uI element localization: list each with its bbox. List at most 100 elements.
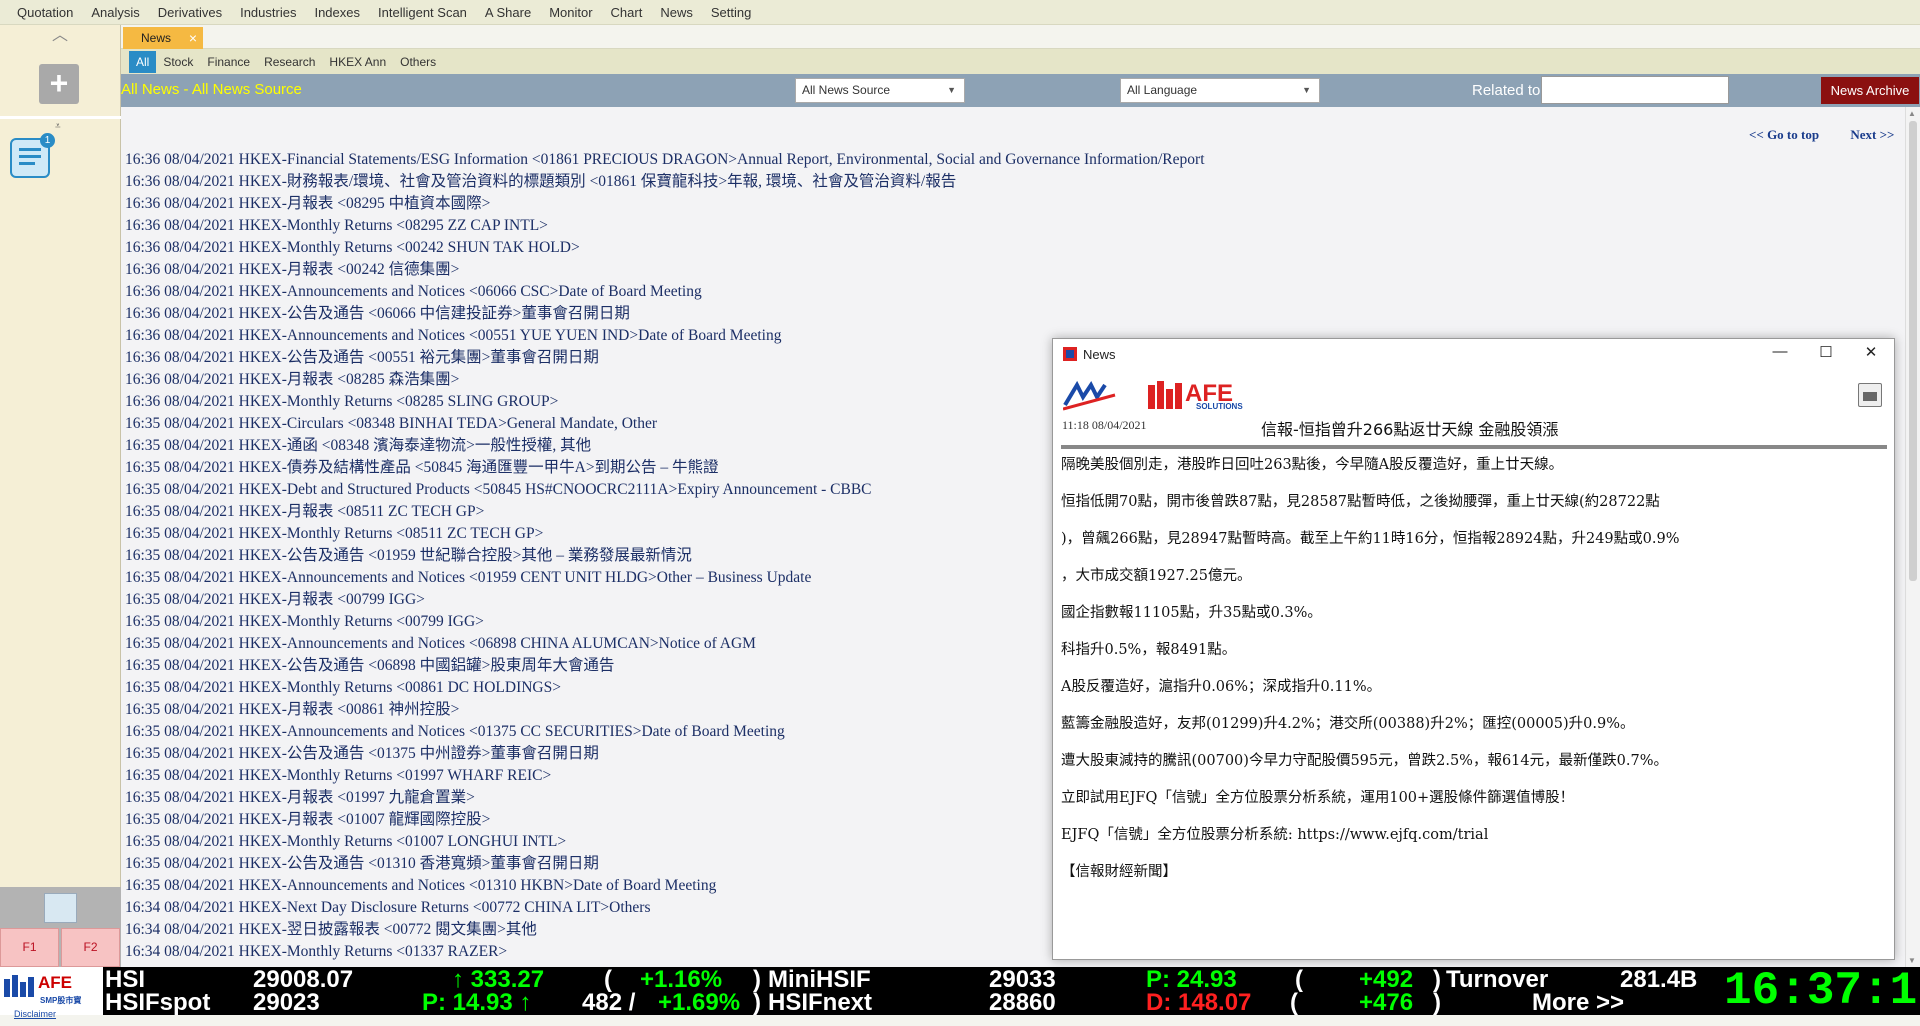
news-row[interactable]: 16:34 08/04/2021 HKEX-Next Day Disclosur… (125, 897, 1205, 919)
news-row[interactable]: 16:36 08/04/2021 HKEX-月報表 <00242 信德集團> (125, 259, 1205, 281)
f1-button[interactable]: F1 (0, 928, 59, 967)
news-row[interactable]: 16:35 08/04/2021 HKEX-Monthly Returns <0… (125, 523, 1205, 545)
tab-strip: News × (121, 25, 1920, 49)
news-row[interactable]: 16:35 08/04/2021 HKEX-月報表 <00861 神州控股> (125, 699, 1205, 721)
headline-divider (1061, 445, 1887, 449)
news-row[interactable]: 16:35 08/04/2021 HKEX-月報表 <08511 ZC TECH… (125, 501, 1205, 523)
pagination: << Go to top Next >> (1721, 127, 1894, 143)
article-paragraph: ，大市成交額1927.25億元。 (1061, 568, 1252, 584)
news-row[interactable]: 16:35 08/04/2021 HKEX-月報表 <01997 九龍倉置業> (125, 787, 1205, 809)
news-row[interactable]: 16:35 08/04/2021 HKEX-公告及通告 <01375 中州證券>… (125, 743, 1205, 765)
news-source-value: All News Source (802, 83, 891, 97)
news-row[interactable]: 16:35 08/04/2021 HKEX-公告及通告 <06898 中國鋁罐>… (125, 655, 1205, 677)
news-row[interactable]: 16:34 08/04/2021 HKEX-翌日披露報表 <00772 閱文集團… (125, 919, 1205, 941)
hsifspot-change: 482 / (582, 989, 636, 1016)
menu-bar: Quotation Analysis Derivatives Industries In… (0, 0, 1920, 25)
article-paragraph: 科指升0.5%，報8491點。 (1061, 642, 1237, 658)
add-button[interactable]: + (39, 64, 79, 104)
next-page-link[interactable]: Next >> (1850, 127, 1894, 142)
news-row[interactable]: 16:36 08/04/2021 HKEX-Monthly Returns <0… (125, 391, 1205, 413)
news-row[interactable]: 16:35 08/04/2021 HKEX-債券及結構性產品 <50845 海通… (125, 457, 1205, 479)
menu-item-a-share[interactable]: A Share (476, 0, 540, 25)
news-row[interactable]: 16:36 08/04/2021 HKEX-公告及通告 <00551 裕元集團>… (125, 347, 1205, 369)
vertical-scrollbar[interactable]: ▲ ▼ (1905, 107, 1920, 967)
news-row[interactable]: 16:36 08/04/2021 HKEX-月報表 <08295 中植資本國際> (125, 193, 1205, 215)
news-row[interactable]: 16:35 08/04/2021 HKEX-Announcements and … (125, 875, 1205, 897)
scroll-down-icon[interactable]: ▼ (1908, 956, 1916, 965)
hsifnext-discount: D: 148.07 (1146, 989, 1252, 1016)
news-row[interactable]: 16:36 08/04/2021 HKEX-月報表 <08285 森浩集團> (125, 369, 1205, 391)
news-row[interactable]: 16:35 08/04/2021 HKEX-月報表 <01007 龍輝國際控股> (125, 809, 1205, 831)
news-archive-button[interactable]: News Archive (1821, 77, 1919, 104)
news-row[interactable]: 16:35 08/04/2021 HKEX-Monthly Returns <0… (125, 765, 1205, 787)
hsifnext-close: ) (1433, 989, 1441, 1016)
related-to-input[interactable] (1541, 76, 1729, 104)
notification-badge: 1 (40, 133, 55, 148)
news-row[interactable]: 16:35 08/04/2021 HKEX-通函 <08348 濱海泰達物流>一… (125, 435, 1205, 457)
sidebar-bottom-panel: F1 F2 (0, 887, 121, 967)
menu-item-quotation[interactable]: Quotation (8, 0, 82, 25)
scroll-up-icon[interactable]: ▲ (1908, 109, 1916, 118)
tab-news-label: News (141, 31, 172, 45)
news-row[interactable]: 16:35 08/04/2021 HKEX-公告及通告 <01310 香港寬頻>… (125, 853, 1205, 875)
disclaimer-link[interactable]: Disclaimer (14, 1002, 56, 1026)
collapse-up-icon[interactable]: ︿ (50, 28, 70, 45)
tab-all[interactable]: All (129, 50, 157, 73)
tab-stock[interactable]: Stock (156, 51, 200, 73)
tab-news[interactable]: News × (123, 27, 203, 49)
menu-item-indexes[interactable]: Indexes (305, 0, 369, 25)
minimize-icon[interactable]: — (1765, 343, 1795, 363)
article-date: 11:18 08/04/2021 (1062, 418, 1147, 432)
news-row[interactable]: 16:35 08/04/2021 HKEX-Announcements and … (125, 721, 1205, 743)
menu-item-intelligent-scan[interactable]: Intelligent Scan (369, 0, 476, 25)
news-row[interactable]: 16:34 08/04/2021 HKEX-Monthly Returns <0… (125, 941, 1205, 963)
news-source-select[interactable]: All News Source ▼ (795, 78, 965, 103)
news-row[interactable]: 16:35 08/04/2021 HKEX-月報表 <00799 IGG> (125, 589, 1205, 611)
news-row[interactable]: 16:35 08/04/2021 HKEX-Circulars <08348 B… (125, 413, 1205, 435)
tab-hkex-ann[interactable]: HKEX Ann (322, 51, 393, 73)
menu-item-chart[interactable]: Chart (602, 0, 652, 25)
close-icon[interactable]: × (189, 27, 197, 49)
menu-item-derivatives[interactable]: Derivatives (149, 0, 231, 25)
close-icon[interactable]: ✕ (1856, 343, 1886, 363)
market-ticker: AFE SMP股市寶 Disclaimer HSI 29008.07 ↑ 333… (0, 967, 1920, 1019)
layout-icon[interactable] (44, 893, 77, 923)
news-row[interactable]: 16:36 08/04/2021 HKEX-財務報表/環境、社會及管治資料的標題… (125, 171, 1205, 193)
f2-button[interactable]: F2 (61, 928, 120, 967)
category-tabs: All Stock Finance Research HKEX Ann Others (121, 49, 1920, 74)
maximize-icon[interactable]: ☐ (1811, 343, 1841, 363)
news-popup-window: News — ☐ ✕ AFE SOLUTIONS 11:18 08/04/202… (1052, 338, 1895, 960)
hsifnext-label: HSIFnext (768, 989, 873, 1016)
app-icon (1063, 347, 1077, 361)
menu-item-monitor[interactable]: Monitor (540, 0, 601, 25)
news-row[interactable]: 16:35 08/04/2021 HKEX-Debt and Structure… (125, 479, 1205, 501)
news-row[interactable]: 16:36 08/04/2021 HKEX-Financial Statemen… (125, 149, 1205, 171)
news-row[interactable]: 16:36 08/04/2021 HKEX-公告及通告 <06066 中信建投証… (125, 303, 1205, 325)
go-to-top-link[interactable]: << Go to top (1749, 127, 1819, 142)
news-row[interactable]: 16:35 08/04/2021 HKEX-Monthly Returns <0… (125, 831, 1205, 853)
menu-item-setting[interactable]: Setting (702, 0, 760, 25)
news-row[interactable]: 16:36 08/04/2021 HKEX-Monthly Returns <0… (125, 215, 1205, 237)
menu-item-analysis[interactable]: Analysis (82, 0, 148, 25)
news-row[interactable]: 16:35 08/04/2021 HKEX-Monthly Returns <0… (125, 611, 1205, 633)
expand-down-icon[interactable]: ⩡ (55, 121, 61, 132)
news-row[interactable]: 16:35 08/04/2021 HKEX-公告及通告 <01959 世紀聯合控… (125, 545, 1205, 567)
news-row[interactable]: 16:35 08/04/2021 HKEX-Announcements and … (125, 567, 1205, 589)
chevron-down-icon: ▼ (947, 85, 956, 95)
news-row[interactable]: 16:36 08/04/2021 HKEX-Announcements and … (125, 325, 1205, 347)
news-rows: 16:36 08/04/2021 HKEX-Financial Statemen… (125, 149, 1205, 963)
tab-research[interactable]: Research (257, 51, 322, 73)
menu-item-industries[interactable]: Industries (231, 0, 305, 25)
scrollbar-thumb[interactable] (1909, 121, 1917, 581)
article-body: 隔晚美股個別走，港股昨日回吐263點後，今早隨A股反覆造好，重上廿天線。 恒指低開… (1061, 456, 1881, 900)
language-select[interactable]: All Language ▼ (1120, 78, 1320, 103)
news-row[interactable]: 16:35 08/04/2021 HKEX-Announcements and … (125, 633, 1205, 655)
menu-item-news[interactable]: News (651, 0, 702, 25)
tab-others[interactable]: Others (393, 51, 443, 73)
news-row[interactable]: 16:36 08/04/2021 HKEX-Announcements and … (125, 281, 1205, 303)
news-row[interactable]: 16:36 08/04/2021 HKEX-Monthly Returns <0… (125, 237, 1205, 259)
more-link[interactable]: More >> (1532, 991, 1624, 1015)
print-icon[interactable] (1858, 383, 1882, 407)
news-row[interactable]: 16:35 08/04/2021 HKEX-Monthly Returns <0… (125, 677, 1205, 699)
tab-finance[interactable]: Finance (200, 51, 257, 73)
